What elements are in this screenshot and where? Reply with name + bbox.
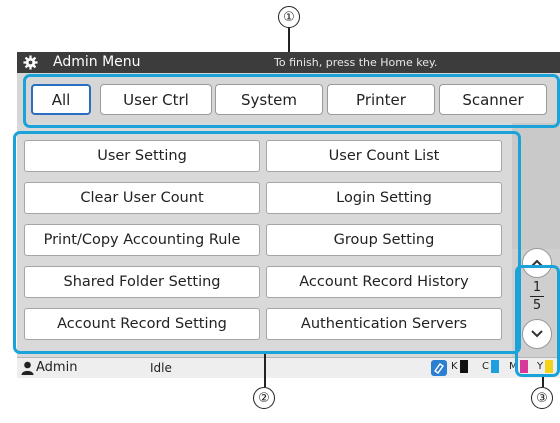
- screen-title: Admin Menu: [53, 54, 141, 70]
- title-bar: Admin Menu To finish, press the Home key…: [17, 52, 560, 73]
- user-name: Admin: [36, 360, 78, 375]
- ink-label: K: [451, 361, 458, 372]
- ink-level: [490, 360, 499, 373]
- callout-2: ②: [253, 387, 275, 409]
- finish-hint: To finish, press the Home key.: [274, 56, 438, 69]
- login-user[interactable]: Admin: [21, 360, 77, 375]
- ink-label: C: [482, 361, 489, 372]
- callout-2-leader: [264, 354, 266, 387]
- gear-icon: [23, 55, 38, 70]
- ink-status-icon: [431, 360, 447, 376]
- callout-3-leader: [542, 377, 544, 387]
- ink-k: K: [451, 360, 468, 373]
- callout-3: ③: [531, 387, 553, 409]
- status-bar: Admin Idle K C M Y: [17, 357, 560, 378]
- ink-c: C: [482, 360, 499, 373]
- pager-area-highlight: [515, 265, 560, 377]
- tab-area-highlight: [23, 74, 560, 128]
- machine-state: Idle: [150, 361, 172, 375]
- ink-level: [459, 360, 468, 373]
- callout-1: ①: [278, 6, 300, 28]
- menu-area-highlight: [13, 131, 521, 354]
- person-icon: [21, 361, 34, 375]
